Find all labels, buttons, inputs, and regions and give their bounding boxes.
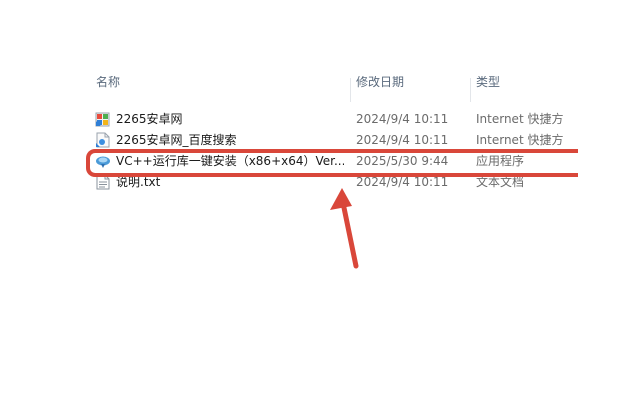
file-row[interactable]: 2265安卓网 2024/9/4 10:11 Internet 快捷方 [0,109,640,130]
column-header: 名称 修改日期 类型 [0,76,640,102]
highlight-box-annotation [86,149,578,177]
file-list-pane: 名称 修改日期 类型 2265安卓网 2024/9/4 10:11 Intern… [0,0,640,400]
column-divider[interactable] [470,78,471,102]
file-date: 2024/9/4 10:11 [356,112,449,126]
arrow-annotation-icon [330,188,359,269]
file-name: 2265安卓网 [116,112,183,126]
column-header-name[interactable]: 名称 [96,76,120,102]
file-type: Internet 快捷方 [476,133,564,147]
file-type: Internet 快捷方 [476,112,564,126]
internet-shortcut-icon [96,132,110,148]
internet-shortcut-icon [95,112,110,127]
file-date: 2024/9/4 10:11 [356,133,449,147]
file-row[interactable]: 2265安卓网_百度搜索 2024/9/4 10:11 Internet 快捷方 [0,130,640,151]
column-header-type[interactable]: 类型 [476,76,500,102]
file-name: 2265安卓网_百度搜索 [116,133,237,147]
column-header-date[interactable]: 修改日期 [356,76,404,102]
column-divider[interactable] [350,78,351,102]
